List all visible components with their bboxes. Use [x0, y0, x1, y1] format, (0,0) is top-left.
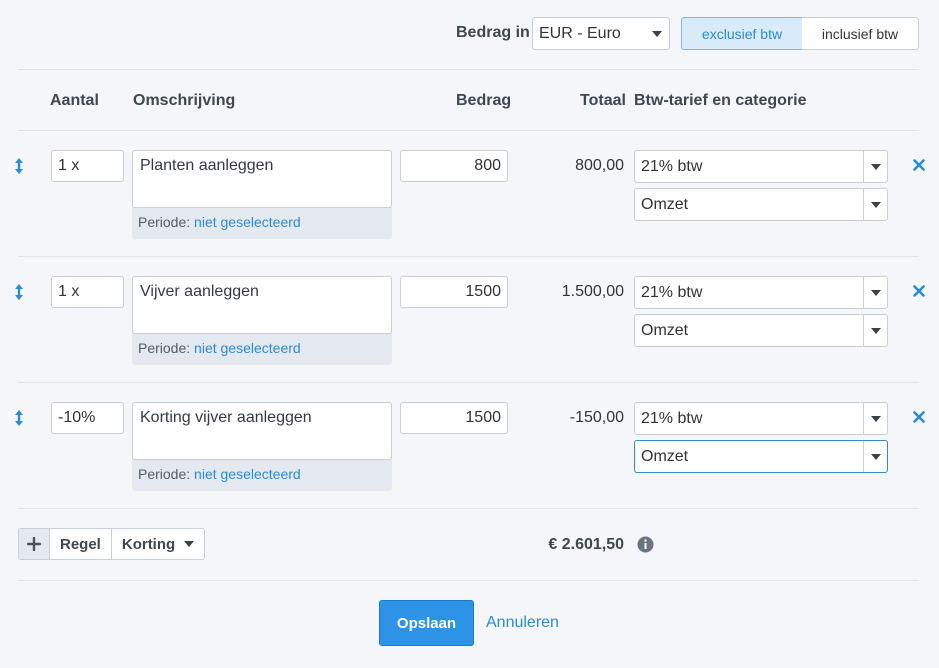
bedrag-in-label: Bedrag in: [456, 24, 530, 41]
toggle-inclusief-btw[interactable]: inclusief btw: [802, 17, 919, 50]
table-row: -10% Korting vijver aanleggen Periode: n…: [0, 382, 939, 509]
row-divider: [18, 508, 919, 509]
remove-icon[interactable]: [913, 285, 925, 297]
plus-icon[interactable]: [19, 529, 50, 559]
column-header-btw: Btw-tarief en categorie: [634, 92, 807, 109]
save-button[interactable]: Opslaan: [379, 600, 474, 646]
column-header-aantal: Aantal: [50, 92, 99, 109]
amount-input[interactable]: 1500: [400, 276, 508, 308]
toggle-exclusief-btw[interactable]: exclusief btw: [681, 17, 803, 50]
category-value: Omzet: [641, 321, 689, 339]
periode-link[interactable]: niet geselecteerd: [194, 340, 301, 356]
chevron-down-icon: [863, 151, 887, 182]
drag-handle-icon[interactable]: [12, 283, 26, 301]
periode-line: Periode: niet geselecteerd: [138, 214, 301, 230]
description-block: Vijver aanleggen Periode: niet geselecte…: [132, 276, 392, 365]
amount-input[interactable]: 800: [400, 150, 508, 182]
chevron-down-icon: [645, 18, 669, 49]
currency-select-value: EUR - Euro: [539, 24, 621, 42]
category-value: Omzet: [641, 447, 689, 465]
category-select[interactable]: Omzet: [634, 440, 888, 473]
vat-rate-select[interactable]: 21% btw: [634, 402, 888, 435]
drag-handle-icon[interactable]: [12, 157, 26, 175]
category-value: Omzet: [641, 195, 689, 213]
chevron-down-icon: [863, 441, 887, 472]
periode-line: Periode: niet geselecteerd: [138, 340, 301, 356]
chevron-down-icon: [863, 189, 887, 220]
header-divider: [18, 69, 919, 70]
row-total: -150,00: [569, 409, 624, 426]
periode-label: Periode:: [138, 340, 191, 356]
row-total: 800,00: [575, 157, 624, 174]
column-header-totaal: Totaal: [580, 92, 626, 109]
vat-rate-value: 21% btw: [641, 157, 703, 175]
periode-link[interactable]: niet geselecteerd: [194, 466, 301, 482]
vat-rate-value: 21% btw: [641, 409, 703, 427]
vat-rate-select[interactable]: 21% btw: [634, 150, 888, 183]
remove-icon[interactable]: [913, 159, 925, 171]
description-block: Korting vijver aanleggen Periode: niet g…: [132, 402, 392, 491]
description-block: Planten aanleggen Periode: niet geselect…: [132, 150, 392, 239]
grand-total: € 2.601,50: [548, 536, 624, 553]
category-select[interactable]: Omzet: [634, 314, 888, 347]
add-regel-button[interactable]: Regel: [50, 529, 111, 559]
description-input[interactable]: Vijver aanleggen: [132, 276, 392, 334]
chevron-down-icon: [863, 403, 887, 434]
info-icon[interactable]: [637, 536, 654, 553]
quantity-input[interactable]: 1 x: [51, 150, 124, 182]
category-select[interactable]: Omzet: [634, 188, 888, 221]
add-korting-button[interactable]: Korting: [110, 529, 204, 559]
periode-label: Periode:: [138, 466, 191, 482]
description-input[interactable]: Korting vijver aanleggen: [132, 402, 392, 460]
chevron-down-icon: [184, 541, 195, 547]
quantity-input[interactable]: -10%: [51, 402, 124, 434]
description-input[interactable]: Planten aanleggen: [132, 150, 392, 208]
chevron-down-icon: [863, 277, 887, 308]
vat-rate-value: 21% btw: [641, 283, 703, 301]
currency-select[interactable]: EUR - Euro: [532, 17, 670, 50]
periode-line: Periode: niet geselecteerd: [138, 466, 301, 482]
table-row: 1 x Planten aanleggen Periode: niet gese…: [0, 130, 939, 257]
table-row: 1 x Vijver aanleggen Periode: niet gesel…: [0, 256, 939, 383]
footer-divider: [18, 580, 919, 581]
periode-label: Periode:: [138, 214, 191, 230]
korting-label: Korting: [121, 535, 176, 553]
column-header-omschrijving: Omschrijving: [133, 92, 236, 109]
drag-handle-icon[interactable]: [12, 409, 26, 427]
remove-icon[interactable]: [913, 411, 925, 423]
chevron-down-icon: [863, 315, 887, 346]
quantity-input[interactable]: 1 x: [51, 276, 124, 308]
cancel-link[interactable]: Annuleren: [486, 614, 559, 632]
amount-input[interactable]: 1500: [400, 402, 508, 434]
periode-link[interactable]: niet geselecteerd: [194, 214, 301, 230]
column-header-bedrag: Bedrag: [456, 92, 512, 109]
vat-rate-select[interactable]: 21% btw: [634, 276, 888, 309]
add-line-group: Regel Korting: [18, 528, 206, 560]
row-total: 1.500,00: [561, 283, 624, 300]
